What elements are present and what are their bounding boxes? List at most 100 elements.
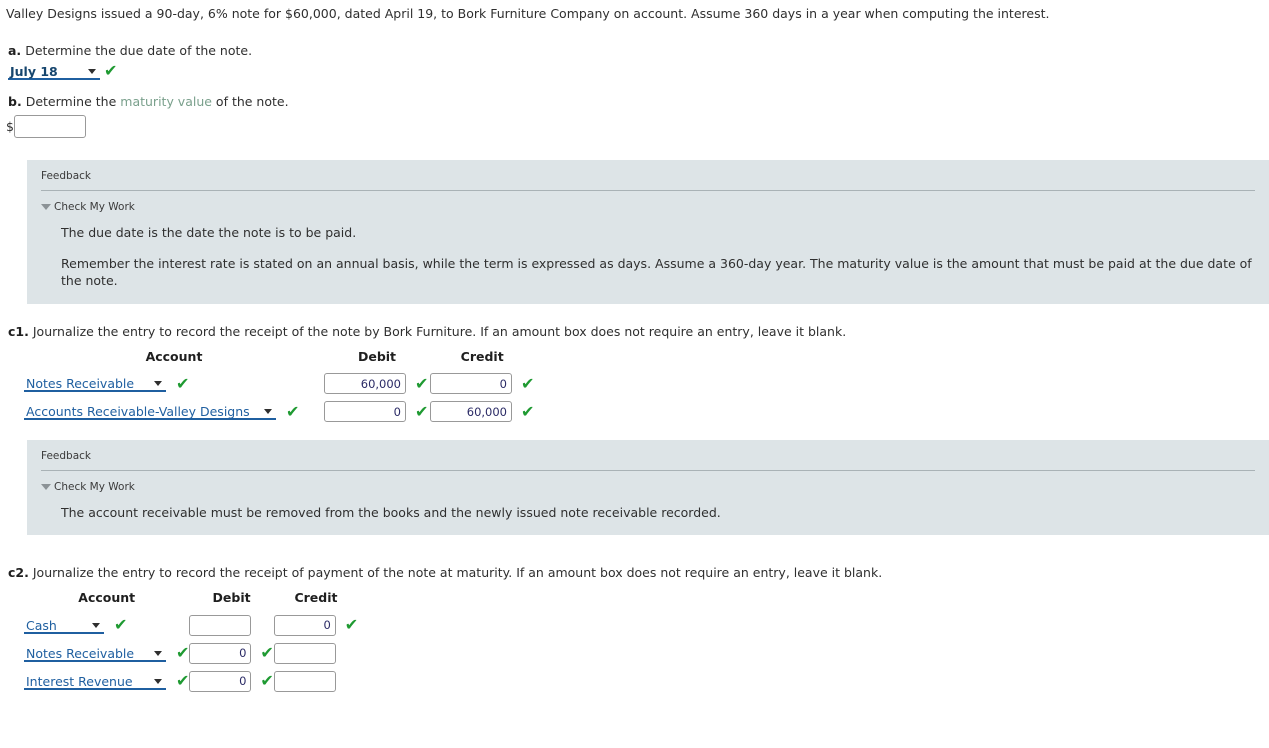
feedback-panel-c1: Feedback Check My Work The account recei… — [27, 439, 1269, 536]
feedback-title-c1: Feedback — [41, 449, 92, 462]
table-row: Cash ✔ ✔ — [24, 611, 358, 639]
column-header-credit-c1: Credit — [460, 348, 504, 364]
column-header-account-c2: Account — [78, 590, 136, 606]
debit-cell-c2-r3: ✔ — [189, 667, 274, 695]
credit-input-c1-r2[interactable] — [430, 401, 512, 422]
account-select-c1-r2-value: Accounts Receivable-Valley Designs — [26, 404, 250, 419]
check-icon-debit-c2-r3: ✔ — [260, 671, 274, 691]
feedback-line-b-2: Remember the interest rate is stated on … — [61, 255, 1252, 288]
chevron-down-icon — [92, 622, 100, 628]
check-icon-account-c2-r1: ✔ — [113, 615, 128, 635]
credit-cell-c2-r2 — [273, 639, 358, 667]
debit-input-c2-r2[interactable] — [189, 642, 252, 664]
credit-input-c2-r2[interactable] — [273, 642, 336, 664]
answer-row-a: July 18 ✔ — [0, 58, 1269, 80]
account-select-c2-r3-value: Interest Revenue — [26, 673, 133, 689]
credit-cell-c1-r1: ✔ — [430, 370, 534, 398]
table-row: Interest Revenue ✔ ✔ — [24, 667, 358, 695]
due-date-select[interactable]: July 18 — [8, 62, 100, 80]
feedback-title-b: Feedback — [41, 169, 92, 182]
account-cell-c2-r3: Interest Revenue ✔ — [24, 667, 189, 695]
column-header-debit-c2: Debit — [212, 590, 251, 606]
debit-input-c2-r1[interactable] — [189, 614, 252, 636]
question-c2-text: Journalize the entry to record the recei… — [32, 565, 883, 581]
chevron-down-icon — [154, 381, 162, 386]
debit-input-c2-r3[interactable] — [189, 670, 252, 692]
chevron-down-icon — [154, 678, 162, 684]
chevron-down-icon — [88, 68, 96, 74]
question-b: b. Determine the maturity value of the no… — [0, 94, 1269, 109]
question-b-text-after: of the note. — [211, 93, 289, 109]
account-cell-c2-r2: Notes Receivable ✔ — [24, 639, 189, 667]
problem-statement-text: Valley Designs issued a 90-day, 6% note … — [6, 6, 1050, 21]
check-my-work-label-b: Check My Work — [54, 200, 135, 213]
check-icon-due-date: ✔ — [103, 61, 118, 81]
check-icon-credit-c1-r2: ✔ — [520, 401, 535, 421]
account-cell-c1-r1: Notes Receivable ✔ — [24, 370, 324, 398]
chevron-down-icon — [154, 650, 162, 656]
check-icon-debit-c1-r2: ✔ — [414, 401, 429, 421]
check-my-work-label-c1: Check My Work — [54, 480, 135, 493]
column-header-debit-c1: Debit — [357, 348, 397, 364]
check-icon-account-c2-r3: ✔ — [175, 671, 190, 691]
feedback-line-b-1: The due date is the date the note is to … — [61, 224, 357, 240]
check-my-work-toggle-b[interactable]: Check My Work — [41, 201, 1255, 213]
question-a-text: Determine the due date of the note. — [25, 42, 253, 58]
maturity-value-input[interactable] — [13, 114, 86, 138]
table-row: Notes Receivable ✔ ✔ ✔ — [24, 370, 534, 398]
debit-input-c1-r2[interactable] — [324, 401, 406, 422]
debit-cell-c1-r1: ✔ — [324, 370, 430, 398]
credit-cell-c1-r2: ✔ — [430, 398, 534, 426]
table-row: Accounts Receivable-Valley Designs ✔ ✔ ✔ — [24, 398, 534, 426]
debit-cell-c2-r1 — [189, 611, 273, 639]
chevron-down-icon — [264, 409, 272, 414]
account-select-c2-r1-value: Cash — [26, 617, 57, 633]
credit-cell-c2-r3 — [273, 667, 358, 695]
feedback-divider-c1 — [41, 469, 1255, 471]
question-b-text-before: Determine the — [25, 93, 121, 109]
account-cell-c1-r2: Accounts Receivable-Valley Designs ✔ — [24, 398, 324, 426]
account-select-c2-r1[interactable]: Cash — [24, 616, 104, 634]
check-my-work-toggle-c1[interactable]: Check My Work — [41, 481, 1255, 493]
caret-down-icon-c1 — [41, 483, 51, 490]
question-b-label: b. — [8, 93, 22, 109]
currency-symbol-b: $ — [6, 118, 14, 134]
column-header-account-c1: Account — [145, 348, 203, 364]
credit-cell-c2-r1: ✔ — [273, 611, 359, 639]
problem-statement: Valley Designs issued a 90-day, 6% note … — [0, 0, 1269, 23]
check-icon-account-c1-r1: ✔ — [175, 373, 190, 393]
account-select-c2-r2[interactable]: Notes Receivable — [24, 644, 166, 662]
question-a: a. Determine the due date of the note. — [0, 43, 1269, 58]
debit-cell-c2-r2: ✔ — [189, 639, 274, 667]
account-select-c2-r2-value: Notes Receivable — [26, 645, 135, 661]
account-select-c1-r1[interactable]: Notes Receivable — [24, 375, 166, 392]
question-c1-label: c1. — [8, 323, 29, 339]
check-icon-debit-c2-r2: ✔ — [260, 643, 274, 663]
journal-table-c1: Account Debit Credit Notes Receivable ✔ … — [24, 349, 534, 426]
debit-input-c1-r1[interactable] — [324, 373, 406, 394]
credit-input-c2-r3[interactable] — [273, 670, 336, 692]
account-select-c1-r1-value: Notes Receivable — [26, 376, 135, 391]
credit-input-c1-r1[interactable] — [430, 373, 512, 394]
feedback-divider-b — [41, 189, 1255, 191]
question-a-label: a. — [8, 42, 22, 58]
question-c2: c2. Journalize the entry to record the re… — [0, 555, 1269, 580]
question-c2-label: c2. — [8, 565, 29, 581]
feedback-line-c1-1: The account receivable must be removed f… — [61, 504, 721, 520]
column-header-credit-c2: Credit — [294, 590, 338, 606]
table-row: Notes Receivable ✔ ✔ — [24, 639, 358, 667]
check-icon-debit-c1-r1: ✔ — [414, 373, 429, 393]
caret-down-icon-b — [41, 203, 51, 210]
table-header-row-c2: Account Debit Credit — [24, 590, 358, 611]
table-header-row-c1: Account Debit Credit — [24, 349, 534, 370]
journal-table-c2: Account Debit Credit Cash ✔ ✔ — [24, 590, 358, 695]
feedback-panel-b: Feedback Check My Work The due date is t… — [27, 159, 1269, 304]
journal-table-c1-wrap: Account Debit Credit Notes Receivable ✔ … — [0, 339, 1269, 426]
maturity-value-link[interactable]: maturity value — [120, 94, 212, 109]
account-select-c1-r2[interactable]: Accounts Receivable-Valley Designs — [24, 403, 276, 420]
journal-table-c2-wrap: Account Debit Credit Cash ✔ ✔ — [0, 580, 1269, 695]
account-cell-c2-r1: Cash ✔ — [24, 611, 189, 639]
credit-input-c2-r1[interactable] — [273, 614, 336, 636]
account-select-c2-r3[interactable]: Interest Revenue — [24, 672, 166, 690]
check-icon-credit-c2-r1: ✔ — [344, 615, 359, 635]
